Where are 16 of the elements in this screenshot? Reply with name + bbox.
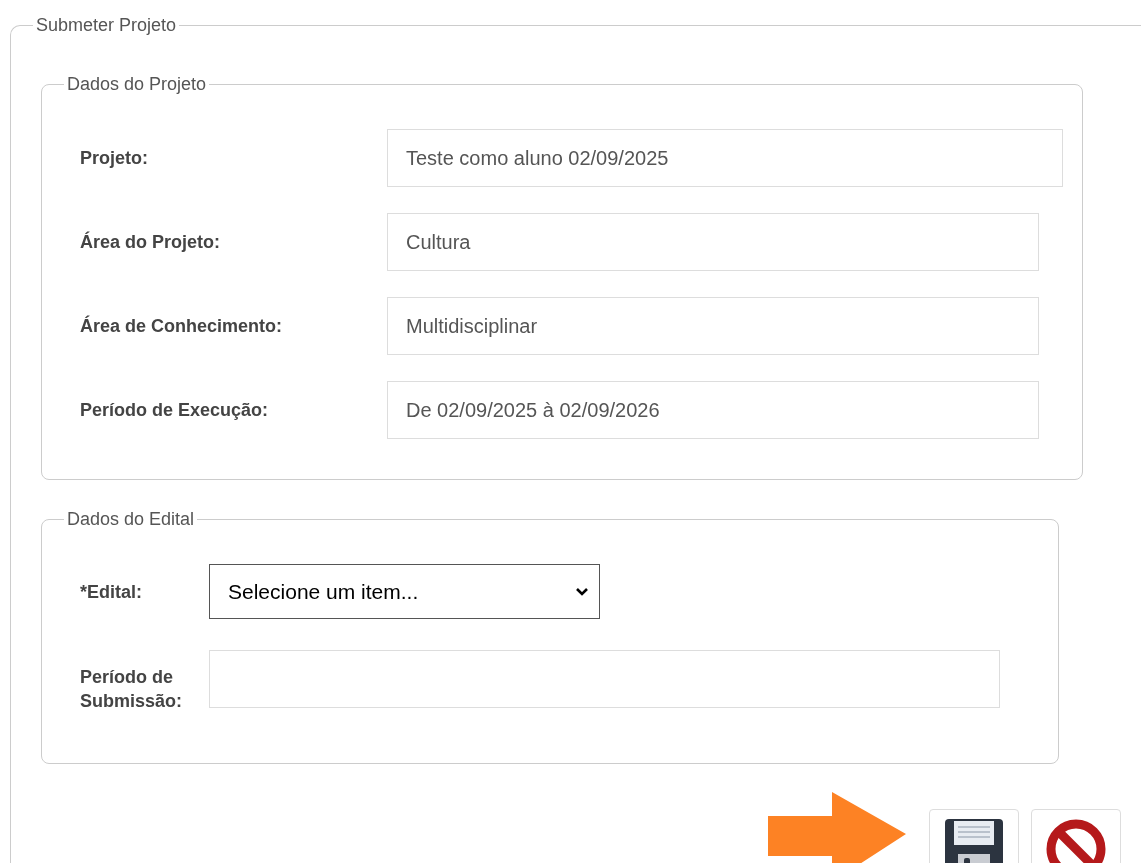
panel-title: Dados do Edital <box>66 508 196 530</box>
field-label: Projeto: <box>80 147 149 169</box>
input-field[interactable]: De 02/09/2025 à 02/09/2026 <box>387 381 1039 439</box>
input-field[interactable]: Multidisciplinar <box>387 297 1039 355</box>
field-label: Área do Projeto: <box>80 231 222 253</box>
field-label: Área de Conhecimento: <box>80 315 284 337</box>
section-title: Submeter Projeto <box>35 14 178 36</box>
input-field[interactable]: Teste como aluno 02/09/2025 <box>387 129 1063 187</box>
field-label: Período de Submissão: <box>80 666 184 713</box>
chevron-down-icon <box>575 586 589 597</box>
field-label: *Edital: <box>80 580 143 604</box>
edital-dropdown[interactable]: Selecione um item... <box>209 564 600 619</box>
field-label: Período de Execução: <box>80 399 270 421</box>
panel-title: Dados do Projeto <box>66 73 208 95</box>
input-field[interactable] <box>209 650 1000 708</box>
input-field[interactable]: Cultura <box>387 213 1039 271</box>
